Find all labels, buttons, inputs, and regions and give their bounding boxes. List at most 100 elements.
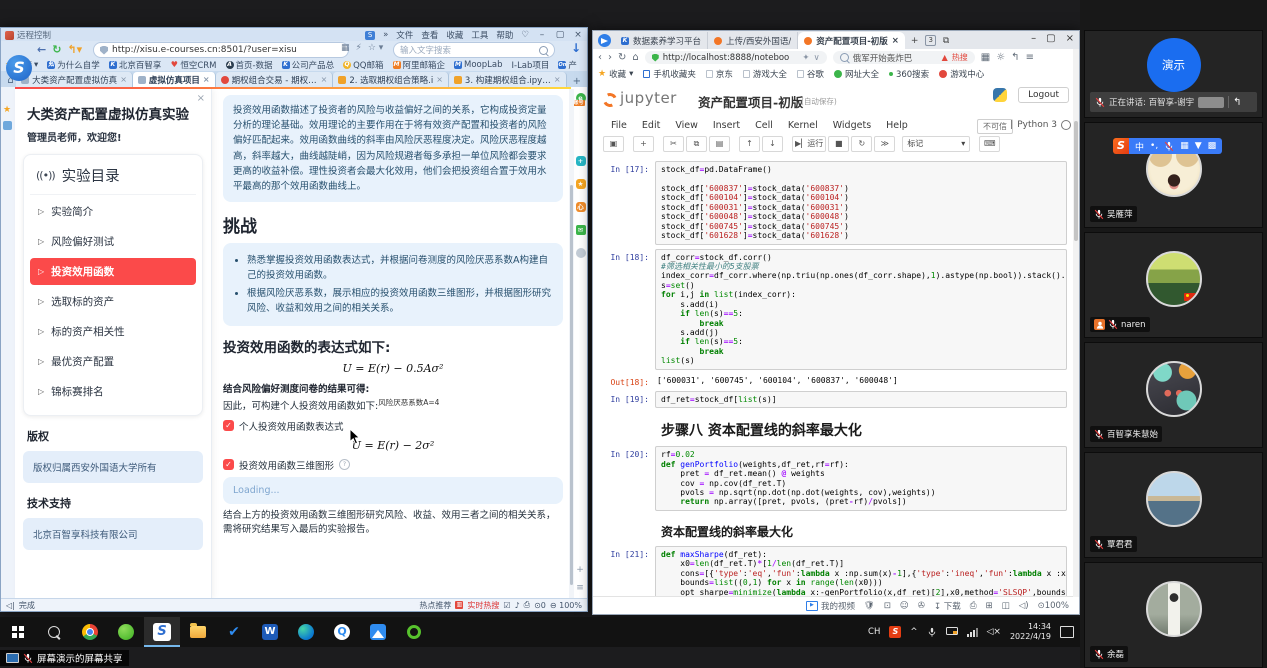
minimize-button[interactable]: –	[1031, 33, 1036, 44]
ime-tray-icon[interactable]: S	[889, 626, 901, 638]
stop-button[interactable]: ■	[828, 136, 849, 152]
sogou-ime-logo[interactable]: S	[1113, 138, 1129, 154]
dropdown-icon[interactable]: ∨	[814, 53, 820, 63]
url-text[interactable]: http://xisu.e-courses.cn:8501/?user=xisu	[112, 45, 297, 55]
pip-icon[interactable]: ⧉	[943, 36, 949, 46]
sidebar-close-icon[interactable]: ×	[197, 93, 205, 104]
site-safety-icon[interactable]	[100, 46, 108, 55]
sidebar-item-风险偏好测试[interactable]: ▷风险偏好测试	[30, 228, 196, 255]
todo-check-icon[interactable]: ✔	[216, 617, 252, 647]
account-icon[interactable]: e账号	[576, 93, 586, 103]
sogou-ime-toolbar[interactable]: S 中 •, ▦ ▼ ▩	[1113, 138, 1222, 154]
history-icon[interactable]	[576, 248, 586, 258]
browser-tab[interactable]: 大类资产配置虚拟仿真×	[16, 72, 133, 87]
menu-file[interactable]: File	[611, 120, 627, 131]
tab-count-badge[interactable]: 3	[925, 35, 935, 46]
code-cell[interactable]: In [19]:df_ret=stock_df[list(s)]	[593, 391, 1067, 408]
search-box[interactable]: 输入文字搜索	[393, 42, 555, 58]
mute-icon[interactable]: ◁)	[1019, 601, 1029, 611]
ime-toolbox-icon[interactable]: ▩	[1208, 141, 1217, 151]
qrcode-icon[interactable]: ▦	[341, 43, 350, 53]
bookmark-item[interactable]: 游戏大全	[743, 68, 787, 80]
home-icon[interactable]: ⌂	[632, 52, 638, 63]
bookmark-item[interactable]: 谷歌	[797, 68, 824, 80]
participant-tile[interactable]: 百智享朱慧始	[1084, 342, 1263, 448]
code-cell[interactable]: In [18]:df_corr=stock_df.corr() #筛选相关性最小…	[593, 249, 1067, 370]
undo-icon[interactable]: ↰	[1011, 52, 1019, 63]
sogou-browser-icon[interactable]: S	[144, 617, 180, 647]
flash-icon[interactable]: ⚡	[356, 43, 362, 53]
notification-center-icon[interactable]	[1060, 626, 1074, 638]
care-mode-icon[interactable]: 心	[576, 202, 586, 212]
browser-tab[interactable]: 期权组合交易 - 期权交易×	[216, 72, 334, 87]
bookmark-item[interactable]: 网址大全	[834, 68, 879, 80]
new-tab-button[interactable]: +	[911, 36, 919, 46]
taskbar-clock[interactable]: 14:342022/4/19	[1010, 622, 1051, 642]
notebook-title[interactable]: 资产配置项目-初版	[698, 92, 803, 111]
bookmark-item[interactable]: K北京百智享	[109, 59, 162, 71]
ime-mic-icon[interactable]	[1164, 141, 1174, 152]
cell-input[interactable]: df_ret=stock_df[list(s)]	[655, 391, 1067, 408]
menu-icon[interactable]: ≡	[1026, 52, 1034, 63]
participant-tile[interactable]: 覃君君	[1084, 452, 1263, 558]
ime-skin-icon[interactable]: ▼	[1195, 141, 1202, 151]
search-placeholder[interactable]: 输入文字搜索	[400, 44, 534, 56]
bookmark-item[interactable]: 手机收藏夹	[643, 68, 696, 80]
bookmark-item[interactable]: 知为什么自学	[47, 59, 100, 71]
download-icon[interactable]: ↓	[571, 41, 581, 55]
browser-tab[interactable]: 上传/西安外国语/	[708, 32, 798, 49]
add-cell-button[interactable]: +	[633, 136, 654, 152]
screenshot-icon[interactable]	[3, 121, 12, 130]
menu-item[interactable]: 收藏	[446, 29, 463, 41]
sound-icon[interactable]: ♪	[515, 601, 520, 610]
browser-tab[interactable]: 虚拟仿真项目×	[133, 72, 216, 87]
bookmark-icon[interactable]: ✦	[802, 53, 809, 63]
menu-widgets[interactable]: Widgets	[833, 120, 871, 131]
media-icon[interactable]: ◁|	[6, 601, 15, 610]
cell-type-dropdown[interactable]: 标记▾	[902, 136, 970, 152]
list-icon[interactable]: ≡	[576, 583, 584, 593]
360-safety-icon[interactable]	[396, 617, 432, 647]
trust-indicator[interactable]: 不可信	[977, 119, 1013, 134]
browser-tab[interactable]: 2. 选取期权组合策略.i×	[333, 72, 449, 87]
favorite-star-icon[interactable]: ☆ ▾	[368, 43, 383, 53]
bookmark-item[interactable]: On产	[558, 59, 577, 71]
sogou-logo[interactable]: S	[6, 55, 32, 81]
close-button[interactable]: ×	[1066, 33, 1074, 44]
bookmark-item[interactable]: QQQ邮箱	[343, 59, 383, 71]
checkbox-3d-plot[interactable]: ✓ 投资效用函数三维图形 ?	[223, 458, 563, 472]
ime-punctuation[interactable]: •,	[1150, 141, 1158, 151]
move-up-button[interactable]: ↑	[739, 136, 760, 152]
mail-icon[interactable]: ✉	[576, 225, 586, 235]
chrome-icon[interactable]	[72, 617, 108, 647]
page-scrollbar[interactable]	[569, 89, 574, 599]
menu-cell[interactable]: Cell	[755, 120, 773, 131]
ime-chinese-mode[interactable]: 中	[1135, 140, 1144, 153]
cell-input[interactable]: df_corr=stock_df.corr() #筛选相关性最小的5支股票 in…	[655, 249, 1067, 370]
jupyter-logo[interactable]: jupyter	[603, 89, 677, 107]
scrollbar-thumb[interactable]	[1074, 121, 1078, 241]
cloud-drive-icon[interactable]	[360, 617, 396, 647]
print-icon[interactable]: ⎙	[524, 600, 530, 610]
start-button[interactable]	[0, 617, 36, 647]
add-panel-icon[interactable]: +	[576, 156, 586, 166]
restart-run-all-button[interactable]: ≫	[874, 136, 895, 152]
qq-browser-icon[interactable]: Q	[324, 617, 360, 647]
favorites-icon[interactable]: ★	[576, 179, 586, 189]
back-icon[interactable]: ‹	[598, 52, 602, 63]
hot-recommend-label[interactable]: 热点推荐	[419, 600, 451, 611]
sidebar-item-选取标的资产[interactable]: ▷选取标的资产	[30, 288, 196, 315]
menu-item[interactable]: 文件	[396, 29, 413, 41]
refresh-button[interactable]: ↻	[52, 43, 61, 56]
code-cell[interactable]: In [17]:stock_df=pd.DataFrame() stock_df…	[593, 161, 1067, 245]
taskbar-search-button[interactable]	[36, 617, 72, 647]
menu-view[interactable]: View	[675, 120, 698, 131]
participant-tile[interactable]: 余磊	[1084, 562, 1263, 668]
download-button[interactable]: ↧ 下载	[934, 600, 961, 612]
browser-tab[interactable]: 3. 构建期权组合.ipynb×	[449, 72, 567, 87]
bookmark-item[interactable]: K公司产品总	[282, 59, 335, 71]
feedback-icon[interactable]: ♡	[521, 30, 529, 40]
notebook-area[interactable]: In [17]:stock_df=pd.DataFrame() stock_df…	[593, 153, 1073, 597]
help-icon[interactable]: ?	[339, 459, 350, 470]
hot-search-icon[interactable]: ▥	[455, 601, 463, 609]
